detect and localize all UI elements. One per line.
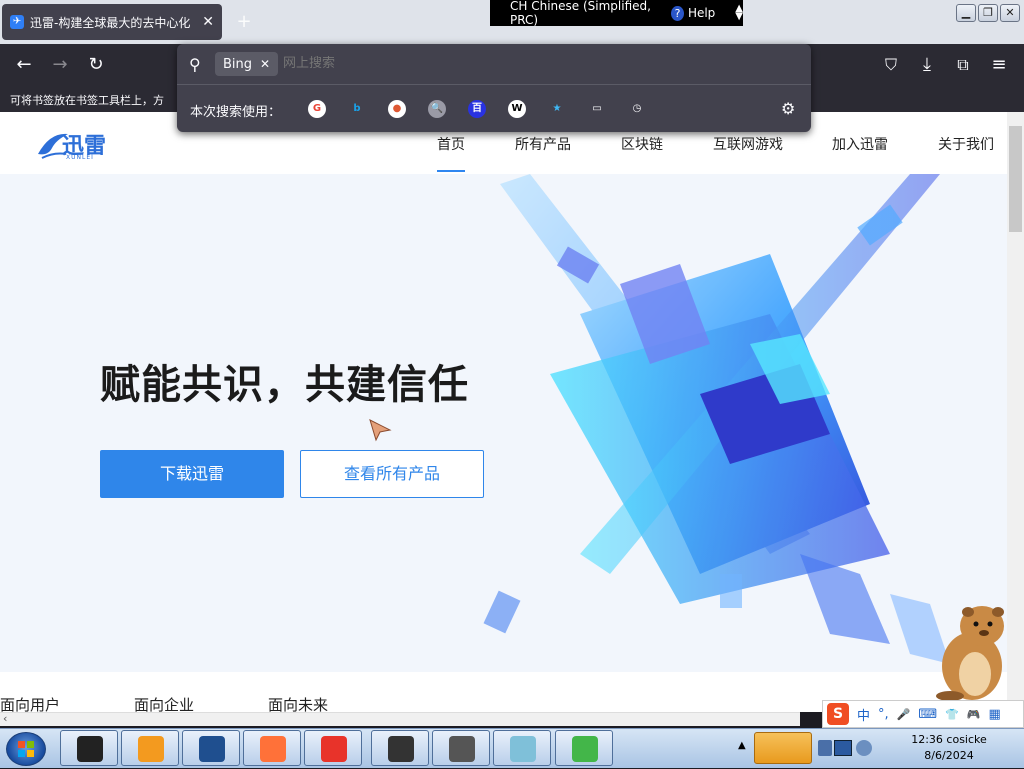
xunlei-logo[interactable]: 迅雷 XUNLEI	[36, 126, 108, 161]
sogou-ime-logo-icon[interactable]: S	[827, 703, 849, 725]
wikipedia-engine-icon[interactable]: W	[508, 100, 526, 118]
language-label[interactable]: CH Chinese (Simplified, PRC)	[510, 0, 657, 27]
search-dropdown-panel: ⚲ Bing ✕ 本次搜索使用： ⚙ Gb ● 🔍 百 W ★ ▭ ◷	[177, 44, 811, 132]
close-tab-icon[interactable]: ✕	[202, 14, 214, 30]
search-input[interactable]	[283, 56, 783, 71]
taskbar-wps-office-button[interactable]	[304, 730, 362, 766]
pocket-icon[interactable]: ⛉	[878, 52, 904, 78]
bookmarks-hint: 可将书签放在书签工具栏上，方	[10, 94, 164, 107]
ime-toolbar: S 中 °, 🎤 ⌨ 👕 🎮 ▦	[822, 700, 1024, 728]
tray-expand-icon[interactable]: ▲	[738, 740, 746, 751]
taskbar-terminal-button[interactable]	[60, 730, 118, 766]
taskbar-notepad-app-button[interactable]	[493, 730, 551, 766]
tab-for-users[interactable]: 面向用户	[0, 694, 60, 712]
new-tab-button[interactable]: +	[232, 10, 256, 34]
tray-media-app-icon[interactable]	[754, 732, 812, 764]
search-engine-chip[interactable]: Bing ✕	[215, 52, 279, 76]
minimize-button[interactable]: ▁	[956, 4, 976, 22]
desktop-pet-hamster[interactable]	[920, 600, 1016, 702]
ime-chinese-mode-icon[interactable]: 中	[857, 705, 870, 724]
tabs-engine-icon[interactable]: ▭	[588, 100, 606, 118]
nav-home[interactable]: 首页	[437, 134, 465, 154]
bing-engine-icon[interactable]: b	[348, 100, 366, 118]
search-icon: ⚲	[189, 55, 201, 74]
help-label[interactable]: Help	[688, 6, 715, 20]
tray-security-icon[interactable]	[818, 740, 832, 756]
nav-internet-games[interactable]: 互联网游戏	[713, 134, 783, 154]
view-all-products-button[interactable]: 查看所有产品	[300, 450, 484, 498]
tab-title: 迅雷-构建全球最大的去中心化	[30, 15, 191, 30]
scroll-left-icon[interactable]: ‹	[3, 712, 7, 725]
taskbar-mouse-app-button[interactable]	[432, 730, 490, 766]
language-bar[interactable]: CH Chinese (Simplified, PRC) ? Help ▲ ▼	[490, 0, 743, 27]
firefox-icon	[260, 736, 286, 762]
baidu-engine-icon[interactable]: 百	[468, 100, 486, 118]
mouse-cursor-icon	[369, 419, 392, 442]
hero-title: 赋能共识，共建信任	[100, 362, 469, 408]
duckduckgo-engine-icon[interactable]: ●	[388, 100, 406, 118]
taskbar-add-app-button[interactable]	[555, 730, 613, 766]
mouse-app-icon	[449, 736, 475, 762]
clock-time: 12:36 cosicke	[911, 733, 987, 746]
language-bar-options-icon[interactable]: ▲ ▼	[735, 4, 743, 22]
ime-punctuation-icon[interactable]: °,	[878, 707, 889, 722]
nav-blockchain[interactable]: 区块链	[621, 134, 663, 154]
remove-engine-icon[interactable]: ✕	[260, 57, 270, 71]
back-button[interactable]: ←	[11, 52, 37, 78]
ime-skin-icon[interactable]: 👕	[945, 708, 959, 721]
add-app-icon	[572, 736, 598, 762]
xunlei-favicon-icon: ✈	[10, 15, 24, 29]
taskbar-firefox-button[interactable]	[243, 730, 301, 766]
notepad-app-icon	[510, 736, 536, 762]
google-engine-icon[interactable]: G	[308, 100, 326, 118]
menu-icon[interactable]: ≡	[986, 52, 1012, 78]
downloads-icon[interactable]: ⤓	[914, 52, 940, 78]
forward-button[interactable]: →	[47, 52, 73, 78]
tab-for-future[interactable]: 面向未来	[268, 694, 328, 712]
nav-about[interactable]: 关于我们	[938, 134, 994, 154]
logo-subtext: XUNLEI	[66, 154, 94, 161]
media-player-icon	[138, 736, 164, 762]
engines-label: 本次搜索使用：	[190, 105, 282, 120]
nav-all-products[interactable]: 所有产品	[515, 134, 571, 154]
tray-volume-icon[interactable]	[856, 740, 872, 756]
restore-button[interactable]: ❐	[978, 4, 998, 22]
bookmarks-engine-icon[interactable]: ★	[548, 100, 566, 118]
nav-join[interactable]: 加入迅雷	[832, 134, 888, 154]
ime-game-icon[interactable]: 🎮	[967, 708, 981, 721]
windows-logo-icon	[18, 741, 34, 757]
download-xunlei-button[interactable]: 下载迅雷	[100, 450, 284, 498]
world-app-icon	[199, 736, 225, 762]
help-icon[interactable]: ?	[671, 5, 684, 21]
horizontal-scrollbar[interactable]: ‹	[0, 712, 800, 726]
web-page: 迅雷 XUNLEI 首页 所有产品 区块链 互联网游戏 加入迅雷 关于我们 赋能…	[0, 112, 1007, 712]
search-panel-divider	[177, 84, 811, 85]
ime-voice-icon[interactable]: 🎤	[897, 708, 911, 721]
reload-button[interactable]: ↻	[83, 52, 109, 78]
taskbar-world-app-button[interactable]	[182, 730, 240, 766]
search-generic-engine-icon[interactable]: 🔍	[428, 100, 446, 118]
system-clock[interactable]: 12:36 cosicke 8/6/2024	[880, 732, 1018, 766]
nav-active-indicator	[437, 170, 465, 172]
ime-keyboard-icon[interactable]: ⌨	[918, 707, 937, 722]
tray-network-icon[interactable]	[834, 740, 852, 756]
taskbar-media-player-button[interactable]	[121, 730, 179, 766]
ime-toolbox-icon[interactable]: ▦	[989, 707, 1001, 722]
screen-app-icon	[388, 736, 414, 762]
start-button[interactable]	[6, 732, 46, 766]
close-window-button[interactable]: ✕	[1000, 4, 1020, 22]
wps-office-icon	[321, 736, 347, 762]
history-engine-icon[interactable]: ◷	[628, 100, 646, 118]
search-settings-icon[interactable]: ⚙	[781, 99, 795, 118]
search-engine-chip-label: Bing	[223, 56, 253, 72]
extensions-icon[interactable]: ⧉	[950, 52, 976, 78]
tab-active[interactable]: ✈ 迅雷-构建全球最大的去中心化 ✕	[2, 4, 222, 40]
terminal-icon	[77, 736, 103, 762]
clock-date: 8/6/2024	[924, 749, 974, 762]
vertical-scrollbar-thumb[interactable]	[1009, 126, 1022, 232]
hero-crystal-illustration	[483, 174, 950, 664]
tab-for-enterprise[interactable]: 面向企业	[134, 694, 194, 712]
taskbar-screen-app-button[interactable]	[371, 730, 429, 766]
